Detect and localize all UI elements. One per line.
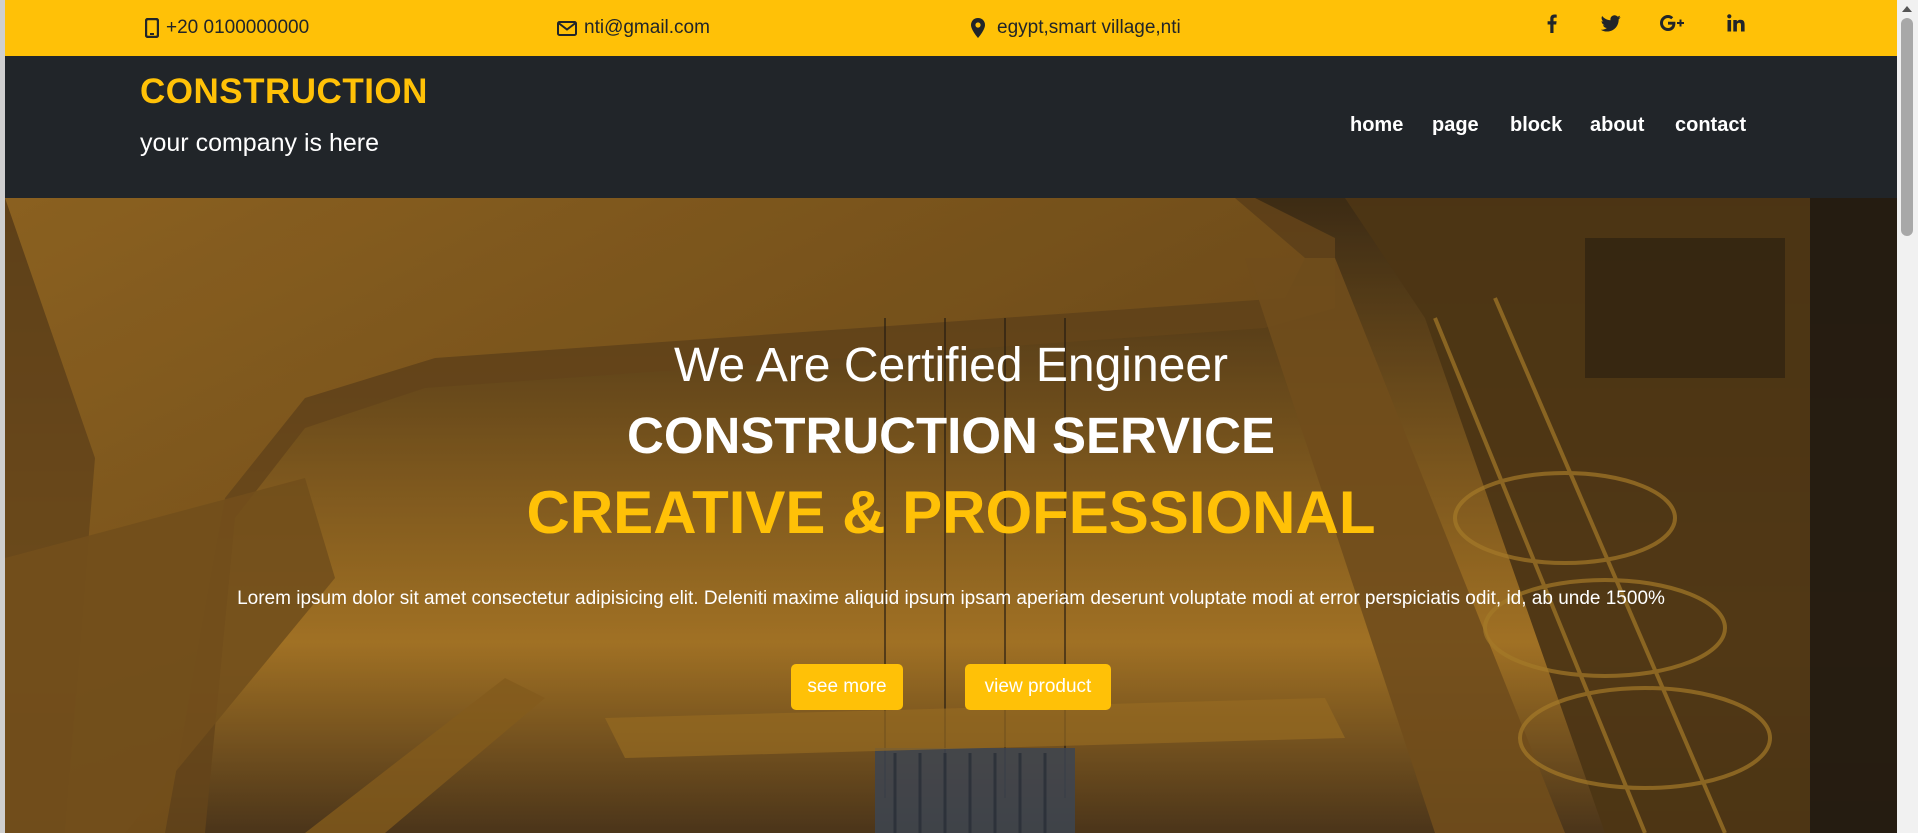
twitter-icon	[1601, 14, 1621, 31]
google-plus-link[interactable]	[1655, 0, 1691, 46]
see-more-button[interactable]: see more	[791, 664, 903, 710]
twitter-link[interactable]	[1593, 0, 1629, 46]
mobile-phone-icon	[145, 18, 159, 38]
email-contact: nti@gmail.com	[557, 0, 710, 56]
facebook-icon	[1547, 14, 1557, 33]
location-contact: egypt,smart village,nti	[971, 0, 1181, 56]
vertical-scrollbar[interactable]	[1897, 0, 1918, 833]
page: +20 0100000000 nti@gmail.com egypt,smart…	[5, 0, 1897, 833]
nav-item-contact[interactable]: contact	[1675, 114, 1746, 137]
nav-item-block[interactable]: block	[1510, 114, 1562, 137]
linkedin-link[interactable]	[1718, 0, 1754, 46]
phone-number: +20 0100000000	[166, 17, 310, 38]
view-product-button[interactable]: view product	[965, 664, 1111, 710]
location-text: egypt,smart village,nti	[997, 17, 1181, 38]
nav-item-about[interactable]: about	[1590, 114, 1644, 137]
hero-highlight-heading: CREATIVE & PROFESSIONAL	[526, 479, 1376, 546]
phone-contact: +20 0100000000	[145, 0, 309, 56]
nav-item-home[interactable]: home	[1350, 114, 1403, 137]
hero-subheading: We Are Certified Engineer	[673, 339, 1229, 392]
map-pin-icon	[971, 18, 985, 38]
nav-item-page[interactable]: page	[1432, 114, 1479, 137]
linkedin-icon	[1727, 14, 1745, 32]
hero-description: Lorem ipsum dolor sit amet consectetur a…	[237, 588, 1665, 609]
hero-section: We Are Certified Engineer CONSTRUCTION S…	[5, 198, 1897, 833]
google-plus-icon	[1660, 15, 1684, 31]
envelope-icon	[557, 20, 577, 36]
site-header: CONSTRUCTION your company is here home p…	[5, 56, 1897, 198]
hero-heading: CONSTRUCTION SERVICE	[627, 407, 1275, 464]
brand-tagline: your company is here	[140, 129, 380, 157]
brand-logo[interactable]: CONSTRUCTION	[140, 72, 428, 112]
hero-content: We Are Certified Engineer CONSTRUCTION S…	[5, 198, 1897, 833]
scroll-up-arrow-icon[interactable]	[1902, 6, 1912, 12]
email-address: nti@gmail.com	[584, 17, 710, 38]
facebook-link[interactable]	[1534, 0, 1570, 46]
scrollbar-thumb[interactable]	[1901, 18, 1913, 236]
top-contact-bar: +20 0100000000 nti@gmail.com egypt,smart…	[5, 0, 1897, 56]
